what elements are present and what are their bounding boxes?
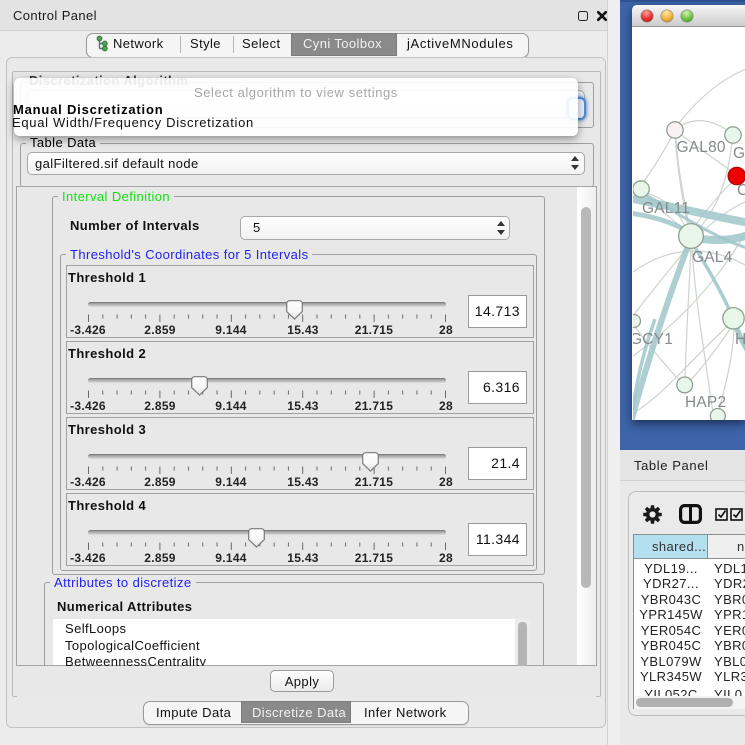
svg-text:GAL4: GAL4: [692, 249, 733, 266]
svg-text:C: C: [737, 182, 745, 199]
svg-text:GAL11: GAL11: [642, 200, 690, 217]
svg-text:GCY1: GCY1: [633, 331, 673, 348]
svg-text:HAP2: HAP2: [685, 394, 726, 411]
svg-text:GA: GA: [733, 145, 745, 162]
svg-text:GAL80: GAL80: [677, 139, 726, 156]
svg-text:H: H: [735, 331, 745, 348]
